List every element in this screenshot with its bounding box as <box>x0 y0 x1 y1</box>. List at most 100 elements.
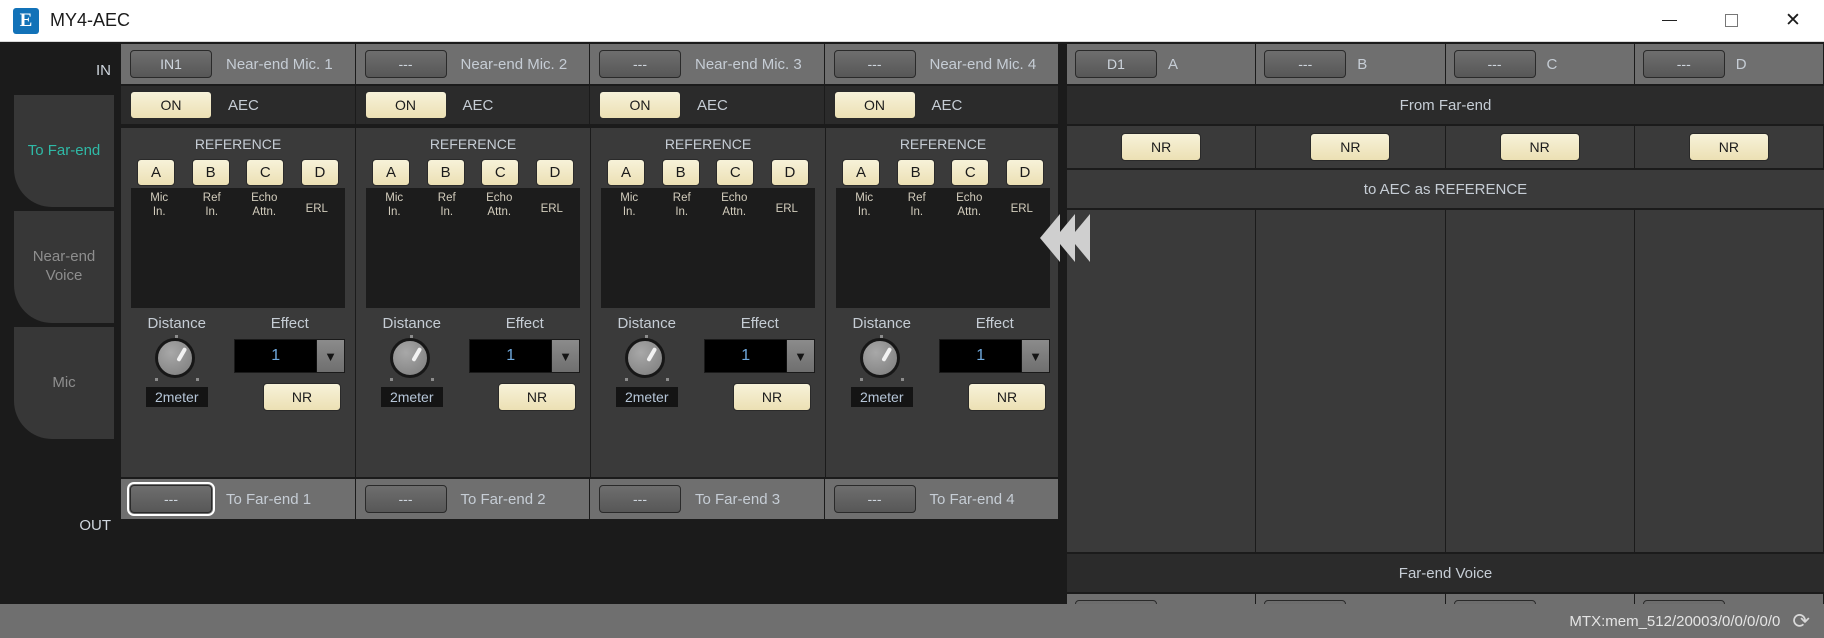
slot-source-button[interactable]: D1 <box>1075 50 1157 78</box>
aec-on-button[interactable]: ON <box>365 91 447 119</box>
output-name-label: To Far-end 4 <box>930 491 1015 508</box>
knob-tick-icon <box>155 378 158 381</box>
status-text: MTX:mem_512/20003/0/0/0/0/0 <box>1569 613 1780 630</box>
effect-select[interactable]: 1 ▼ <box>234 339 345 373</box>
e-logo-icon: E <box>13 8 39 34</box>
nr-button[interactable]: NR <box>733 383 811 411</box>
minimize-button[interactable] <box>1638 0 1700 42</box>
effect-label: Effect <box>234 315 345 332</box>
sync-refresh-icon[interactable]: ⟳ <box>1792 611 1810 632</box>
knob-pointer-icon <box>881 347 892 362</box>
distance-knob[interactable] <box>860 338 904 382</box>
nr-button[interactable]: NR <box>498 383 576 411</box>
knob-body <box>390 338 430 378</box>
far-end-nr-button-a[interactable]: NR <box>1121 133 1201 161</box>
meter-label-mic-in: Mic In. <box>369 191 419 308</box>
input-source-button[interactable]: --- <box>365 50 447 78</box>
knob-pointer-icon <box>411 347 422 362</box>
reference-button-a[interactable]: A <box>137 159 175 186</box>
work-area: IN OUT To Far-end Near-end Voice Mic IN1… <box>0 42 1824 638</box>
reference-button-b[interactable]: B <box>897 159 935 186</box>
output-dest-button[interactable]: --- <box>599 485 681 513</box>
blank-cell <box>1256 210 1444 552</box>
reference-button-a[interactable]: A <box>372 159 410 186</box>
meter-display: Mic In. Ref In. Echo Attn. ERL <box>836 188 1050 308</box>
reference-button-a[interactable]: A <box>842 159 880 186</box>
channel-1-body: REFERENCE A B C D Mic In. Ref <box>121 128 355 477</box>
reference-button-c[interactable]: C <box>481 159 519 186</box>
effect-control: Effect 1 ▼ NR <box>469 315 580 411</box>
reference-button-a[interactable]: A <box>607 159 645 186</box>
reference-button-c[interactable]: C <box>246 159 284 186</box>
far-end-nr-strip: NR NR NR NR <box>1067 126 1824 168</box>
reference-button-b[interactable]: B <box>662 159 700 186</box>
aec-on-button[interactable]: ON <box>834 91 916 119</box>
meter-label-mic-in: Mic In. <box>839 191 889 308</box>
far-end-nr-button-d[interactable]: NR <box>1689 133 1769 161</box>
effect-select[interactable]: 1 ▼ <box>704 339 815 373</box>
slot-source-button[interactable]: --- <box>1264 50 1346 78</box>
sidebar-item-mic[interactable]: Mic <box>14 327 114 439</box>
reference-button-c[interactable]: C <box>951 159 989 186</box>
reference-button-d[interactable]: D <box>301 159 339 186</box>
distance-control: Distance 2meter <box>131 315 222 411</box>
sidebar-item-near-end-voice[interactable]: Near-end Voice <box>14 211 114 323</box>
reference-button-b[interactable]: B <box>192 159 230 186</box>
output-name-label: To Far-end 3 <box>695 491 780 508</box>
far-end-panel: D1 A --- B --- C --- D From Far-end NR N… <box>1058 42 1824 638</box>
meter-label-mic-in: Mic In. <box>604 191 654 308</box>
app-title: MY4-AEC <box>50 10 130 31</box>
knob-tick-icon <box>860 378 863 381</box>
input-source-button[interactable]: --- <box>834 50 916 78</box>
reference-button-b[interactable]: B <box>427 159 465 186</box>
chevron-down-icon[interactable]: ▼ <box>786 340 814 372</box>
channel-1-input: IN1 Near-end Mic. 1 <box>121 44 355 84</box>
slot-source-button[interactable]: --- <box>1643 50 1725 78</box>
nr-button[interactable]: NR <box>968 383 1046 411</box>
effect-select[interactable]: 1 ▼ <box>939 339 1050 373</box>
chevron-down-icon[interactable]: ▼ <box>1021 340 1049 372</box>
far-end-nr-button-c[interactable]: NR <box>1500 133 1580 161</box>
aec-on-button[interactable]: ON <box>130 91 212 119</box>
nr-button[interactable]: NR <box>263 383 341 411</box>
close-button[interactable]: ✕ <box>1762 0 1824 42</box>
far-end-nr-button-b[interactable]: NR <box>1310 133 1390 161</box>
reference-title: REFERENCE <box>366 136 580 152</box>
reference-button-d[interactable]: D <box>536 159 574 186</box>
left-rail: IN OUT To Far-end Near-end Voice Mic <box>0 42 121 638</box>
chevron-down-icon[interactable]: ▼ <box>551 340 579 372</box>
output-dest-button[interactable]: --- <box>365 485 447 513</box>
distance-control: Distance 2meter <box>601 315 692 411</box>
output-dest-button[interactable]: --- <box>834 485 916 513</box>
reference-button-d[interactable]: D <box>1006 159 1044 186</box>
from-far-end-slots: D1 A --- B --- C --- D <box>1067 42 1824 84</box>
far-end-slot-c: --- C <box>1446 44 1634 84</box>
input-source-button[interactable]: --- <box>599 50 681 78</box>
distance-knob[interactable] <box>625 338 669 382</box>
meter-display: Mic In. Ref In. Echo Attn. ERL <box>601 188 815 308</box>
chevron-down-icon[interactable]: ▼ <box>316 340 344 372</box>
channel-4-input: --- Near-end Mic. 4 <box>825 44 1059 84</box>
meter-display: Mic In. Ref In. Echo Attn. ERL <box>131 188 345 308</box>
input-source-button[interactable]: IN1 <box>130 50 212 78</box>
slot-source-button[interactable]: --- <box>1454 50 1536 78</box>
effect-value: 1 <box>470 340 551 372</box>
sidebar-item-to-far-end[interactable]: To Far-end <box>14 95 114 207</box>
reference-button-c[interactable]: C <box>716 159 754 186</box>
meter-label-ref-in: Ref In. <box>187 191 237 308</box>
reference-buttons: A B C D <box>836 159 1050 186</box>
channel-4-output: --- To Far-end 4 <box>825 479 1059 519</box>
channel-1-output: --- To Far-end 1 <box>121 479 355 519</box>
output-dest-button[interactable]: --- <box>130 485 212 513</box>
maximize-button[interactable] <box>1700 0 1762 42</box>
reference-button-d[interactable]: D <box>771 159 809 186</box>
distance-knob[interactable] <box>390 338 434 382</box>
distance-knob[interactable] <box>155 338 199 382</box>
distance-value: 2meter <box>851 387 913 407</box>
effect-select[interactable]: 1 ▼ <box>469 339 580 373</box>
controls-row: Distance 2meter <box>366 315 580 411</box>
knob-pointer-icon <box>176 347 187 362</box>
aec-on-button[interactable]: ON <box>599 91 681 119</box>
slot-letter: B <box>1357 56 1367 73</box>
effect-control: Effect 1 ▼ NR <box>939 315 1050 411</box>
